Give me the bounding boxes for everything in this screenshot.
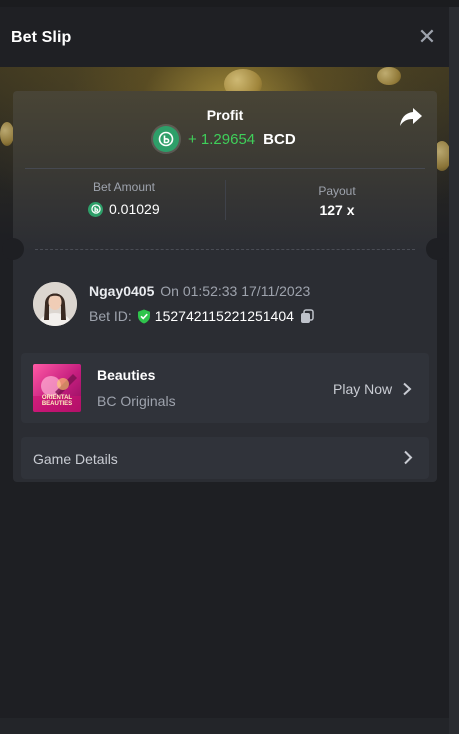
top-strip bbox=[0, 0, 459, 7]
coin-decoration bbox=[0, 122, 14, 146]
bet-amount-row: 0.01029 bbox=[88, 201, 160, 217]
coin-decoration bbox=[377, 67, 401, 85]
bet-slip-panel: Bet Slip ✕ Profit + 1.29654 BCD Bet Amou… bbox=[0, 7, 449, 727]
game-row[interactable]: ORIENTAL BEAUTIES Beauties BC Originals … bbox=[21, 353, 429, 423]
divider bbox=[25, 168, 425, 169]
game-details-row[interactable]: Game Details bbox=[21, 437, 429, 479]
header: Bet Slip ✕ bbox=[0, 7, 449, 67]
scrollbar[interactable] bbox=[449, 7, 459, 734]
bet-id-line: Bet ID: 152742115221251404 bbox=[89, 308, 314, 324]
bet-amount-value: 0.01029 bbox=[109, 201, 160, 217]
bcd-coin-icon bbox=[88, 201, 103, 217]
bcd-coin-icon bbox=[153, 126, 179, 152]
profit-row: + 1.29654 BCD bbox=[153, 126, 296, 152]
game-thumbnail[interactable]: ORIENTAL BEAUTIES bbox=[33, 364, 81, 412]
bet-amount-label: Bet Amount bbox=[92, 180, 156, 194]
background-peek bbox=[0, 718, 449, 734]
profit-currency: BCD bbox=[263, 130, 296, 148]
verified-shield-icon bbox=[137, 309, 150, 323]
chevron-right-icon bbox=[403, 382, 412, 396]
play-now-label: Play Now bbox=[333, 381, 393, 397]
bet-card: Profit + 1.29654 BCD Bet Amount 0.01029 … bbox=[2, 91, 448, 482]
close-icon[interactable]: ✕ bbox=[415, 26, 439, 50]
copy-icon[interactable] bbox=[300, 308, 314, 324]
share-icon[interactable] bbox=[399, 106, 423, 128]
bet-id: 152742115221251404 bbox=[154, 308, 294, 324]
username[interactable]: Ngay0405 bbox=[89, 283, 154, 299]
play-now-link[interactable]: Play Now bbox=[333, 381, 412, 397]
ticket-notch-right bbox=[426, 238, 448, 260]
payout-value: 127 x bbox=[319, 202, 355, 218]
chevron-right-icon bbox=[404, 450, 413, 465]
game-thumbnail-text: ORIENTAL BEAUTIES bbox=[41, 395, 73, 407]
game-name: Beauties bbox=[97, 367, 156, 383]
game-provider: BC Originals bbox=[97, 393, 176, 409]
payout-label: Payout bbox=[318, 184, 356, 198]
avatar[interactable] bbox=[33, 282, 77, 326]
user-line: Ngay0405 On 01:52:33 17/11/2023 bbox=[89, 283, 310, 299]
game-details-label: Game Details bbox=[33, 451, 118, 467]
page-title: Bet Slip bbox=[11, 29, 72, 46]
bet-id-label: Bet ID: bbox=[89, 308, 132, 324]
profit-value: + 1.29654 bbox=[188, 130, 256, 148]
dashed-separator bbox=[35, 249, 415, 250]
profit-label: Profit bbox=[206, 107, 244, 123]
ticket-notch-left bbox=[2, 238, 24, 260]
bet-timestamp: On 01:52:33 17/11/2023 bbox=[160, 283, 311, 299]
